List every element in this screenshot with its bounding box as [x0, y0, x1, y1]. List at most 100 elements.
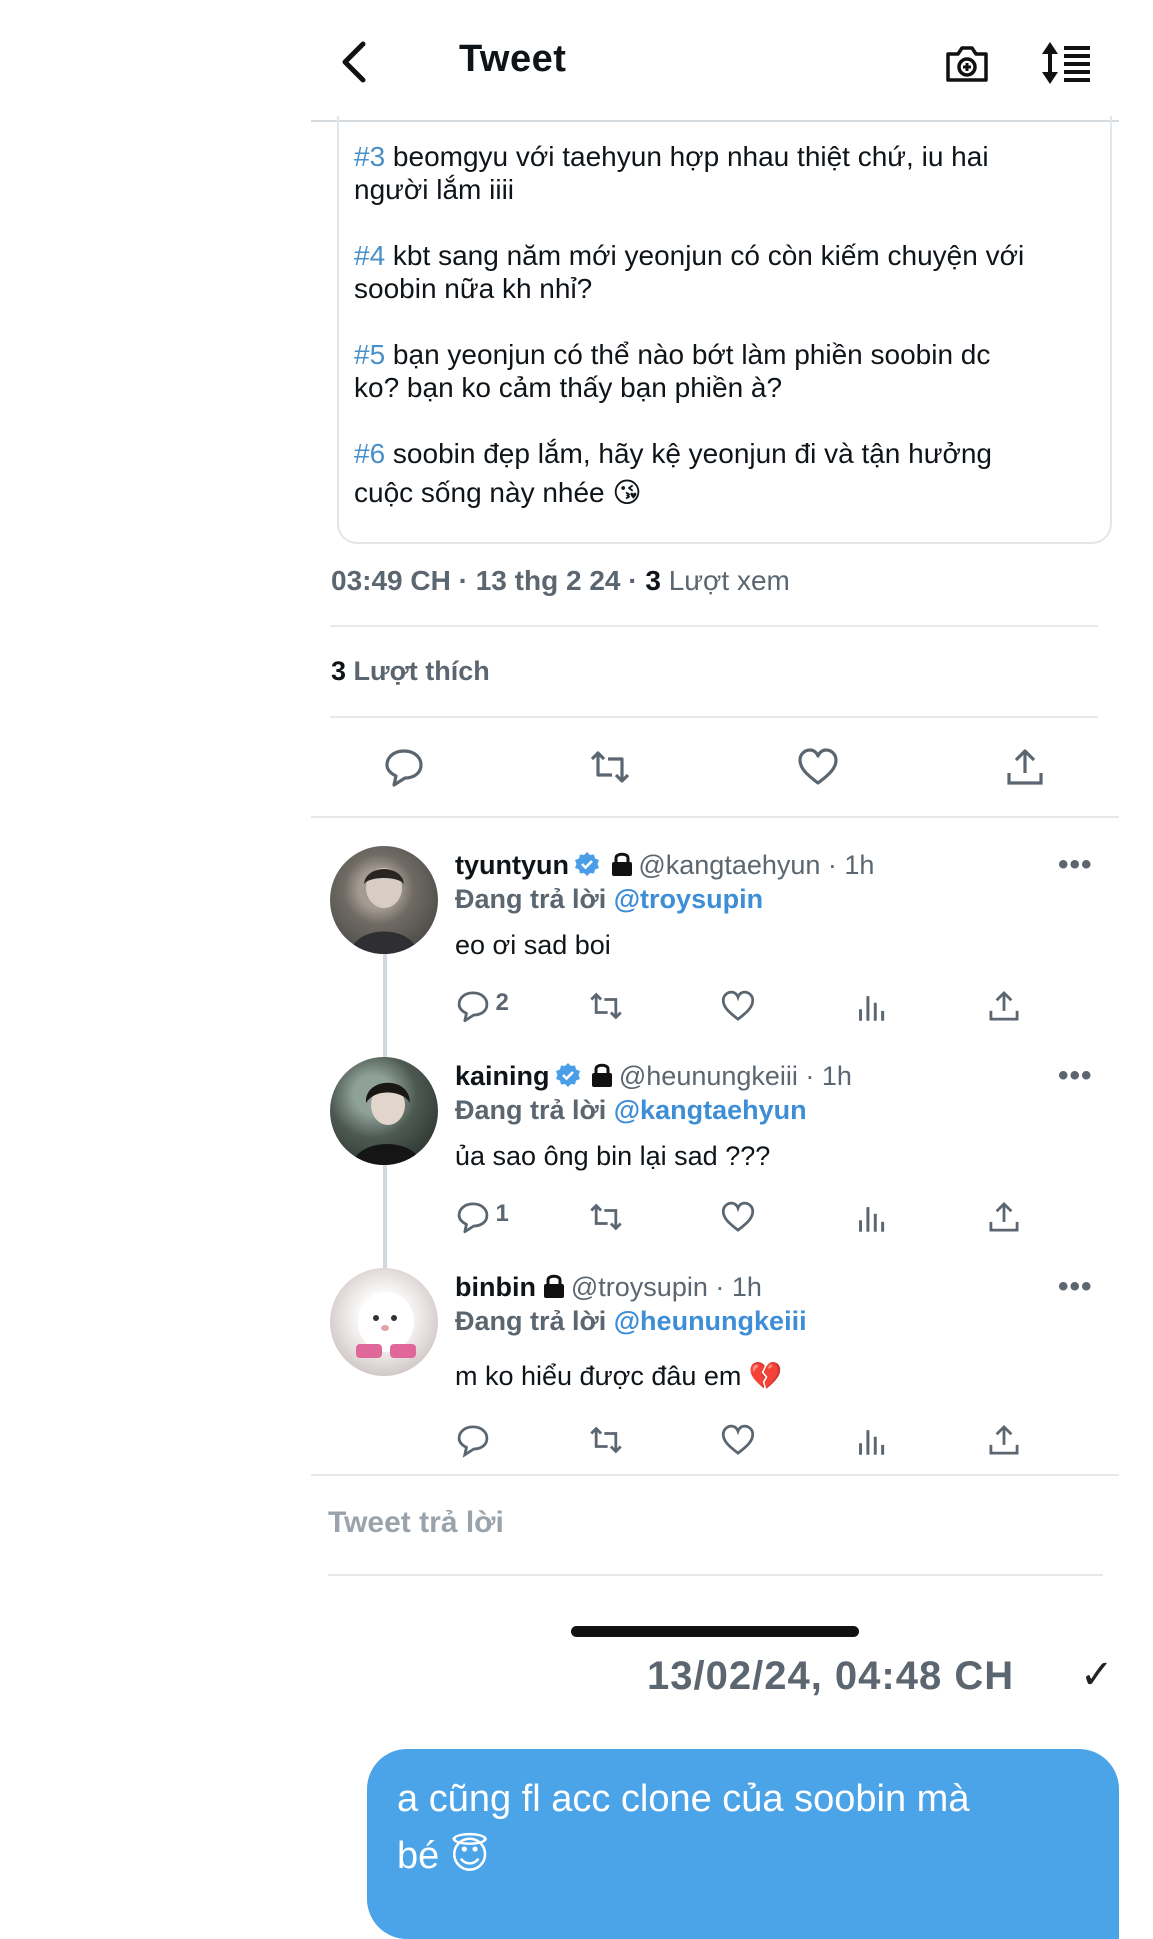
heart-icon: [721, 990, 755, 1021]
sent-check-icon: ✓: [1080, 1653, 1114, 1697]
reply-header: tyuntyun @kangtaehyun · 1h: [455, 850, 874, 881]
views-label: Lượt xem: [668, 565, 790, 596]
like-button[interactable]: [720, 1199, 756, 1235]
comment-icon: [457, 1425, 489, 1458]
bar-chart-icon: [859, 1430, 885, 1455]
message-bubble[interactable]: a cũng fl acc clone của soobin mà bé 😇: [367, 1749, 1119, 1939]
verified-badge-icon: [575, 852, 600, 876]
analytics-button[interactable]: [854, 1199, 890, 1235]
divider: [330, 716, 1098, 718]
back-button[interactable]: [335, 38, 375, 86]
thread-line: [383, 1163, 387, 1271]
retweet-button[interactable]: [588, 745, 632, 789]
retweet-button[interactable]: [588, 988, 624, 1024]
lock-icon: [611, 852, 632, 876]
divider: [311, 1474, 1119, 1476]
avatar[interactable]: [330, 846, 438, 954]
handle-time: @troysupin · 1h: [570, 1272, 762, 1302]
card-item: #6 soobin đẹp lắm, hãy kệ yeonjun đi và …: [354, 438, 992, 469]
bar-chart-icon: [859, 996, 885, 1021]
display-name[interactable]: binbin: [455, 1272, 536, 1302]
share-button[interactable]: [986, 988, 1022, 1024]
heart-icon: [721, 1201, 755, 1232]
reply-header: kaining @heunungkeiii · 1h: [455, 1061, 852, 1092]
share-icon: [989, 990, 1019, 1021]
mention-link[interactable]: @heunungkeiii: [614, 1306, 807, 1336]
handle-time: @heunungkeiii · 1h: [618, 1061, 852, 1091]
hashtag-link[interactable]: #4: [354, 240, 385, 271]
sort-button[interactable]: [1040, 40, 1094, 86]
card-item: #5 bạn yeonjun có thể nào bớt làm phiền …: [354, 339, 991, 370]
reply-text: eo ơi sad boi: [455, 930, 611, 960]
analytics-button[interactable]: [854, 1422, 890, 1458]
likes-count: 3: [331, 656, 347, 686]
retweet-icon: [590, 1426, 622, 1454]
more-options-button[interactable]: •••: [1058, 1059, 1093, 1093]
more-options-button[interactable]: •••: [1058, 848, 1093, 882]
card-item-cont: ko? bạn ko cảm thấy bạn phiền à?: [354, 372, 783, 403]
divider: [330, 625, 1098, 627]
camera-add-button[interactable]: [944, 40, 990, 86]
thread-line: [383, 952, 387, 1060]
reply-button[interactable]: [455, 1422, 491, 1458]
likes-link[interactable]: 3 Lượt thích: [331, 656, 490, 687]
retweet-button[interactable]: [588, 1199, 624, 1235]
reply-button[interactable]: 1: [455, 1199, 509, 1235]
message-text-line: a cũng fl acc clone của soobin mà: [397, 1778, 970, 1820]
share-icon: [1007, 749, 1043, 785]
comment-icon: [457, 1202, 489, 1234]
avatar-photo: [352, 1082, 422, 1165]
tweet-time: 03:49 CH: [331, 565, 451, 596]
card-item-cont: soobin nữa kh nhỉ?: [354, 273, 593, 304]
chevron-left-icon: [342, 41, 366, 83]
hashtag-link[interactable]: #3: [354, 141, 385, 172]
like-button[interactable]: [720, 988, 756, 1024]
share-button[interactable]: [986, 1422, 1022, 1458]
comment-icon: [385, 749, 423, 787]
reply-header: binbin @troysupin · 1h: [455, 1272, 762, 1303]
reply-button[interactable]: [382, 745, 426, 789]
retweet-icon: [590, 751, 630, 783]
page-title: Tweet: [459, 38, 567, 80]
hashtag-link[interactable]: #5: [354, 339, 385, 370]
retweet-icon: [590, 1203, 622, 1231]
avatar[interactable]: [330, 1268, 438, 1376]
lock-icon: [592, 1063, 613, 1087]
like-button[interactable]: [720, 1422, 756, 1458]
mention-link[interactable]: @troysupin: [614, 884, 763, 914]
retweet-button[interactable]: [588, 1422, 624, 1458]
replying-to: Đang trả lời @troysupin: [455, 884, 764, 914]
tweet-date: 13 thg 2 24: [475, 565, 621, 596]
reply-text: m ko hiểu được đâu em 💔: [455, 1361, 783, 1391]
reply-count: 1: [495, 1200, 509, 1228]
sort-arrows-icon: [1042, 42, 1090, 84]
handle-time: @kangtaehyun · 1h: [638, 850, 875, 880]
analytics-button[interactable]: [854, 988, 890, 1024]
reply-button[interactable]: 2: [455, 988, 509, 1024]
reply-text: ủa sao ông bin lại sad ???: [455, 1141, 771, 1171]
display-name[interactable]: tyuntyun: [455, 850, 569, 880]
heart-icon: [798, 748, 838, 785]
reply-count: 2: [495, 989, 509, 1017]
home-indicator: [571, 1626, 859, 1637]
share-button[interactable]: [986, 1199, 1022, 1235]
share-button[interactable]: [1003, 745, 1047, 789]
like-button[interactable]: [796, 745, 840, 789]
avatar-photo: [356, 1292, 416, 1358]
message-timestamp: 13/02/24, 04:48 CH: [647, 1654, 1015, 1698]
lock-icon: [544, 1274, 565, 1298]
message-text-line: bé 😇: [397, 1835, 490, 1877]
hashtag-link[interactable]: #6: [354, 438, 385, 469]
likes-label: Lượt thích: [353, 656, 490, 686]
mention-link[interactable]: @kangtaehyun: [614, 1095, 807, 1125]
card-item: #4 kbt sang năm mới yeonjun có còn kiếm …: [354, 240, 1025, 271]
reply-input[interactable]: Tweet trả lời: [328, 1506, 504, 1540]
card-item-cont: người lắm iiii: [354, 174, 515, 205]
avatar[interactable]: [330, 1057, 438, 1165]
avatar-photo: [350, 868, 418, 954]
more-options-button[interactable]: •••: [1058, 1270, 1093, 1304]
display-name[interactable]: kaining: [455, 1061, 550, 1091]
card-item-cont: cuộc sống này nhée 😘: [354, 477, 642, 508]
verified-badge-icon: [555, 1063, 580, 1087]
share-icon: [989, 1201, 1019, 1232]
